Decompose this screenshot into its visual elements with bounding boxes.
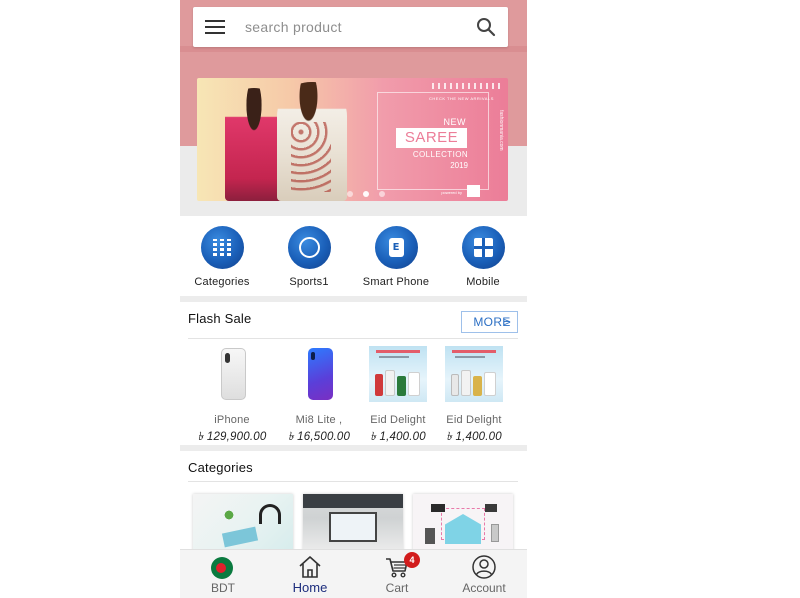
section-divider: [180, 296, 527, 302]
category-card-accessories[interactable]: [193, 494, 293, 554]
product-name: Eid Delight: [370, 414, 426, 426]
more-arrow-icon: >: [503, 315, 511, 329]
product-name: Mi8 Lite ,: [295, 414, 343, 426]
section-divider: [180, 445, 527, 451]
banner-collection-text: COLLECTION: [412, 150, 468, 159]
ring-icon: [298, 237, 320, 258]
categories-circle: [200, 226, 244, 269]
search-input[interactable]: [245, 17, 465, 37]
product-card[interactable]: Mi8 Lite , ৳ 16,500.00: [277, 344, 361, 447]
window-image: [303, 494, 403, 508]
quick-category-row: Categories Sports1 E Smart Phone Mobile: [180, 216, 527, 296]
carousel-dot-active[interactable]: [363, 191, 369, 197]
categories-title: Categories: [188, 460, 253, 475]
more-button[interactable]: MORE >: [461, 311, 518, 333]
quick-category-label: Sports1: [289, 276, 329, 288]
carousel-dot[interactable]: [379, 191, 385, 197]
nav-bdt[interactable]: BDT: [180, 550, 266, 598]
app-screen: CHECK THE NEW ARRIVALS NEW SAREE COLLECT…: [180, 0, 527, 598]
tv-image: [431, 504, 445, 512]
gift-icon: [473, 238, 493, 257]
banner-powered-by: powered by: [441, 190, 462, 195]
carousel-dot[interactable]: [347, 191, 353, 197]
account-icon: [472, 555, 496, 579]
accessory-image: [221, 526, 259, 548]
menu-icon[interactable]: [205, 20, 225, 34]
banner-vertical-text: fashionmania.com: [498, 110, 504, 151]
flash-sale-divider: [188, 338, 518, 339]
quick-category-mobile[interactable]: Mobile: [441, 226, 525, 288]
nav-account[interactable]: Account: [441, 550, 527, 598]
quick-category-label: Mobile: [466, 276, 500, 288]
product-image: [444, 344, 504, 404]
banner-model-right: [277, 82, 347, 201]
search-icon[interactable]: [476, 17, 496, 37]
product-card[interactable]: Eid Delight ৳ 1,400.00: [356, 344, 440, 447]
banner-subheading: CHECK THE NEW ARRIVALS: [429, 96, 494, 101]
white-phone-icon: [221, 348, 246, 400]
search-bar: [193, 7, 508, 47]
laptop-image: [329, 512, 377, 542]
nav-label: Account: [462, 581, 506, 595]
blue-phone-icon: [308, 348, 333, 400]
quick-category-categories[interactable]: Categories: [180, 226, 264, 288]
bangladesh-flag-icon: [211, 557, 233, 579]
product-card[interactable]: Eid Delight ৳ 1,400.00: [432, 344, 516, 447]
grid-icon: [212, 239, 231, 256]
category-card-home-appliances[interactable]: [413, 494, 513, 554]
smart-phone-circle: E: [374, 226, 418, 269]
nav-cart[interactable]: Cart: [354, 550, 440, 598]
sports-circle: [287, 226, 331, 269]
carousel-dots: [347, 184, 395, 201]
quick-category-smart-phone[interactable]: E Smart Phone: [354, 226, 438, 288]
home-icon: [299, 556, 321, 578]
bottom-navigation: BDT Home Cart 4 Account: [180, 549, 527, 598]
headphones-image: [259, 504, 281, 524]
product-card[interactable]: iPhone ৳ 129,900.00: [190, 344, 274, 447]
categories-divider: [188, 481, 518, 482]
product-image: [202, 344, 262, 404]
banner-model-left: [225, 88, 283, 201]
banner-new-text: NEW: [443, 117, 466, 127]
plant-image: [221, 508, 237, 522]
nav-label: Cart: [385, 581, 409, 595]
quick-category-sports1[interactable]: Sports1: [267, 226, 351, 288]
brand-logo-icon: [467, 185, 480, 197]
nav-label: Home: [292, 580, 328, 595]
banner-year-text: 2019: [450, 161, 468, 170]
product-image: [289, 344, 349, 404]
nav-home[interactable]: Home: [267, 550, 353, 598]
e-icon: E: [388, 238, 404, 257]
flash-sale-title: Flash Sale: [188, 311, 252, 326]
product-name: iPhone: [214, 414, 250, 426]
cart-count-badge: 4: [404, 552, 420, 568]
product-image: [368, 344, 428, 404]
banner-saree-text: SAREE: [396, 128, 467, 148]
banner-decoration: [432, 83, 502, 89]
nav-label: BDT: [211, 581, 235, 595]
promo-banner[interactable]: CHECK THE NEW ARRIVALS NEW SAREE COLLECT…: [197, 78, 508, 201]
appliance-image: [425, 528, 435, 544]
quick-category-label: Categories: [194, 276, 250, 288]
quick-category-label: Smart Phone: [362, 276, 430, 288]
product-name: Eid Delight: [446, 414, 502, 426]
category-card-computers[interactable]: [303, 494, 403, 554]
appliance-image: [491, 524, 499, 542]
cosmetics-combo-image: [369, 346, 427, 402]
cosmetics-combo-image: [445, 346, 503, 402]
mobile-circle: [461, 226, 505, 269]
tv-image: [485, 504, 497, 512]
